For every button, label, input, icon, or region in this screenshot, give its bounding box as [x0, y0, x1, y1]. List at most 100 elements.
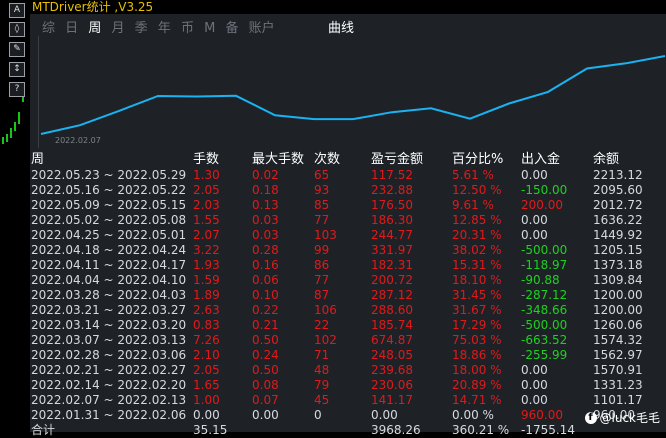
- table-cell: 0.50: [252, 333, 279, 347]
- table-cell: 2022.02.14 ~ 2022.02.20: [31, 378, 187, 392]
- table-cell: -348.66: [521, 303, 568, 317]
- table-cell: 2022.03.21 ~ 2022.03.27: [31, 303, 187, 317]
- tab-curve[interactable]: 曲线: [328, 17, 354, 36]
- table-cell: 360.21 %: [452, 423, 510, 437]
- tab-account[interactable]: 账户: [249, 21, 275, 36]
- tab-day[interactable]: 日: [65, 21, 78, 36]
- table-cell: 2022.02.28 ~ 2022.03.06: [31, 348, 187, 362]
- table-cell: 79: [314, 378, 330, 392]
- table-cell: 35.15: [193, 423, 228, 437]
- table-cell: 1373.18: [593, 258, 643, 272]
- table-cell: 0.13: [252, 198, 279, 212]
- table-cell: 288.60: [371, 303, 413, 317]
- table-cell: 106: [314, 303, 337, 317]
- table-cell: 2.03: [193, 198, 220, 212]
- table-cell: -255.99: [521, 348, 568, 362]
- table-row: 2022.03.14 ~ 2022.03.20 0.83 0.21 22 185.74 1…: [31, 318, 665, 333]
- table-cell: 176.50: [371, 198, 413, 212]
- watermark: f @luck毛毛: [584, 409, 660, 426]
- font-button[interactable]: A: [9, 3, 25, 18]
- tab-week[interactable]: 周: [88, 21, 101, 36]
- table-cell: 1.89: [193, 288, 220, 302]
- candle: [14, 122, 16, 131]
- table-row: 2022.05.23 ~ 2022.05.29 1.30 0.02 65 117.52 5…: [31, 168, 665, 183]
- table-cell: 2022.02.21 ~ 2022.02.27: [31, 363, 187, 377]
- table-cell: 0.06: [252, 273, 279, 287]
- table-cell: 102: [314, 333, 337, 347]
- table-cell: 1.55: [193, 213, 220, 227]
- shape-button[interactable]: ◊: [9, 22, 25, 37]
- table-cell: 2022.05.02 ~ 2022.05.08: [31, 213, 187, 227]
- header-lots: 手数: [193, 152, 220, 167]
- table-cell: 0.00: [521, 228, 548, 242]
- table-cell: 1574.32: [593, 333, 643, 347]
- table-cell: 2022.02.07 ~ 2022.02.13: [31, 393, 187, 407]
- table-cell: 38.02 %: [452, 243, 502, 257]
- table-cell: 1.59: [193, 273, 220, 287]
- chart-start-date: 2022.02.07: [55, 136, 101, 145]
- table-cell: -118.97: [521, 258, 568, 272]
- tab-quarter[interactable]: 季: [135, 21, 148, 36]
- table-cell: [252, 423, 314, 438]
- table-row: 2022.04.18 ~ 2022.04.24 3.22 0.28 99 331.97 3…: [31, 243, 665, 258]
- table-cell: 0.28: [252, 243, 279, 257]
- header-max-lots: 最大手数: [252, 152, 305, 167]
- table-row: 2022.04.25 ~ 2022.05.01 2.07 0.03 103 244.77…: [31, 228, 665, 243]
- table-cell: 15.31 %: [452, 258, 502, 272]
- table-cell: 1570.91: [593, 363, 643, 377]
- app-title: MTDriver统计 ,V3.25: [32, 0, 154, 14]
- table-cell: 200.00: [521, 198, 563, 212]
- table-cell: 1200.00: [593, 288, 643, 302]
- table-cell: 45: [314, 393, 330, 407]
- table-cell: -500.00: [521, 243, 568, 257]
- table-cell: 200.72: [371, 273, 413, 287]
- table-cell: 2.10: [193, 348, 220, 362]
- table-cell: 2.05: [193, 183, 220, 197]
- resize-button[interactable]: ↕: [9, 62, 25, 77]
- table-cell: 0.00: [521, 393, 548, 407]
- table-cell: 1.30: [193, 168, 220, 182]
- table-cell: 31.67 %: [452, 303, 502, 317]
- table-cell: 0.24: [252, 348, 279, 362]
- tab-month[interactable]: 月: [111, 21, 124, 36]
- table-cell: 0.16: [252, 258, 279, 272]
- table-header-row: 周 手数 最大手数 次数 盈亏金额 百分比% 出入金 余额: [31, 151, 665, 168]
- table-row: 2022.03.28 ~ 2022.04.03 1.89 0.10 87 287.12 3…: [31, 288, 665, 303]
- table-cell: 合计: [31, 423, 56, 437]
- table-cell: 1200.00: [593, 303, 643, 317]
- candle: [18, 112, 20, 124]
- table-cell: 2022.03.28 ~ 2022.04.03: [31, 288, 187, 302]
- table-row: 2022.04.04 ~ 2022.04.10 1.59 0.06 77 200.72 1…: [31, 273, 665, 288]
- table-row: 2022.02.21 ~ 2022.02.27 2.05 0.50 48 239.68 1…: [31, 363, 665, 378]
- table-cell: 2022.05.16 ~ 2022.05.22: [31, 183, 187, 197]
- table-row: 2022.05.02 ~ 2022.05.08 1.55 0.03 77 186.30 1…: [31, 213, 665, 228]
- table-cell: 0.00: [252, 408, 279, 422]
- table-cell: 22: [314, 318, 330, 332]
- table-cell: 232.88: [371, 183, 413, 197]
- help-button[interactable]: ?: [9, 82, 25, 97]
- table-cell: 2.63: [193, 303, 220, 317]
- table-cell: 0.10: [252, 288, 279, 302]
- table-cell: 0.22: [252, 303, 279, 317]
- tab-m[interactable]: M: [204, 21, 215, 36]
- table-cell: 103: [314, 228, 337, 242]
- table-cell: 12.50 %: [452, 183, 502, 197]
- table-cell: 674.87: [371, 333, 413, 347]
- table-cell: 86: [314, 258, 330, 272]
- equity-curve-line: [40, 55, 666, 135]
- header-count: 次数: [314, 152, 341, 167]
- table-row: 2022.02.14 ~ 2022.02.20 1.65 0.08 79 230.06 2…: [31, 378, 665, 393]
- tab-currency[interactable]: 币: [181, 21, 194, 36]
- tab-notes[interactable]: 备: [225, 21, 238, 36]
- table-cell: 0.00: [521, 378, 548, 392]
- table-cell: 18.00 %: [452, 363, 502, 377]
- edit-button[interactable]: ✎: [9, 42, 25, 57]
- table-cell: 12.85 %: [452, 213, 502, 227]
- equity-curve-svg: [40, 55, 666, 135]
- table-row: 2022.05.09 ~ 2022.05.15 2.03 0.13 85 176.50 9…: [31, 198, 665, 213]
- table-cell: -150.00: [521, 183, 568, 197]
- table-cell: 20.89 %: [452, 378, 502, 392]
- table-cell: 2.07: [193, 228, 220, 242]
- tab-summary[interactable]: 综: [42, 21, 55, 36]
- tab-year[interactable]: 年: [158, 21, 171, 36]
